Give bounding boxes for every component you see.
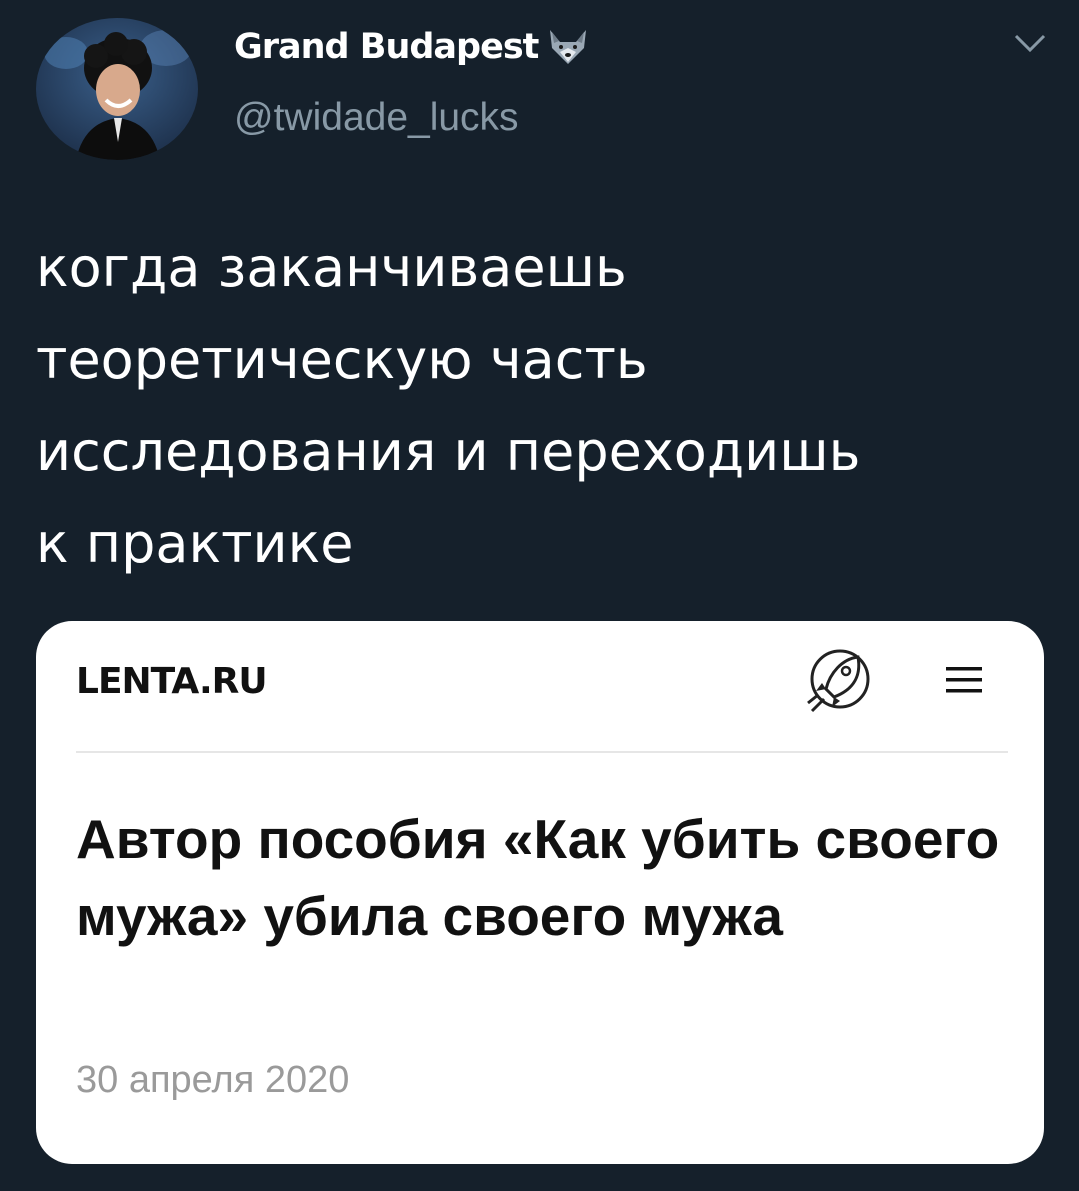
avatar[interactable] xyxy=(36,18,198,160)
tweet-text: когда заканчиваешь теоретическую часть и… xyxy=(36,236,861,575)
display-name[interactable]: Grand Budapest xyxy=(234,27,539,67)
chevron-down-icon[interactable] xyxy=(1010,28,1050,58)
rocket-icon xyxy=(807,649,870,713)
user-handle[interactable]: @twidade_lucks xyxy=(234,96,519,140)
link-preview-card[interactable]: LENTA.RU Автор пособия «Как убить своего… xyxy=(36,621,1044,1164)
wolf-face-icon xyxy=(550,30,587,64)
display-name-row: Grand Budapest xyxy=(234,22,590,72)
hamburger-menu-icon[interactable] xyxy=(944,665,984,695)
tweet: Grand Budapest @twidade_lucks когда зака… xyxy=(0,0,1079,1191)
site-logo: LENTA.RU xyxy=(76,661,268,702)
card-divider xyxy=(76,751,1008,753)
article-date: 30 апреля 2020 xyxy=(76,1059,350,1101)
article-headline[interactable]: Автор пособия «Как убить своего мужа» уб… xyxy=(76,801,1006,955)
avatar-photo xyxy=(36,18,198,160)
